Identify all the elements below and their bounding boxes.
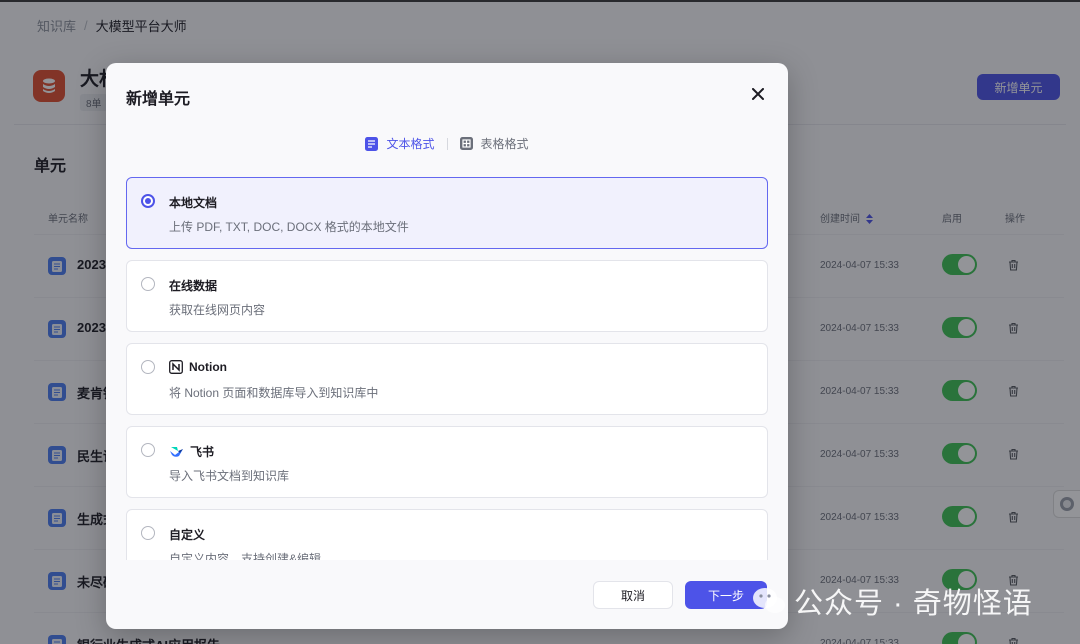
option-online-data[interactable]: 在线数据 获取在线网页内容 <box>126 260 768 332</box>
option-title-text: Notion <box>189 360 227 374</box>
option-title-text: 在线数据 <box>169 279 218 293</box>
doc-icon <box>365 136 379 151</box>
watermark: 公众号 · 奇物怪语 <box>752 580 1033 622</box>
feishu-icon <box>170 446 183 457</box>
option-description: 自定义内容，支持创建&编辑 <box>169 552 322 560</box>
dialog-title: 新增单元 <box>126 91 191 108</box>
radio-online-data[interactable] <box>141 277 155 291</box>
tab-text-format-label: 文本格式 <box>386 137 435 151</box>
watermark-text: 公众号 · 奇物怪语 <box>794 588 1033 620</box>
tab-text-format[interactable]: 文本格式 <box>365 135 435 152</box>
option-title-text: 飞书 <box>190 445 215 459</box>
tab-table-format-label: 表格格式 <box>480 137 529 151</box>
option-title-text: 自定义 <box>169 528 206 542</box>
radio-notion[interactable] <box>141 360 155 374</box>
radio-custom[interactable] <box>141 526 155 540</box>
option-title-text: 本地文档 <box>169 196 218 210</box>
option-title: 飞书 <box>169 443 214 460</box>
option-custom[interactable]: 自定义 自定义内容，支持创建&编辑 <box>126 509 768 560</box>
notion-icon <box>169 360 183 374</box>
tab-separator <box>446 137 448 150</box>
option-title: 自定义 <box>169 526 205 543</box>
option-notion[interactable]: Notion 将 Notion 页面和数据库导入到知识库中 <box>126 343 768 415</box>
close-icon <box>752 88 764 100</box>
option-local-document[interactable]: 本地文档 上传 PDF, TXT, DOC, DOCX 格式的本地文件 <box>126 177 768 249</box>
option-title: 在线数据 <box>169 277 217 294</box>
tab-table-format[interactable]: 表格格式 <box>459 135 529 152</box>
option-feishu[interactable]: 飞书 导入飞书文档到知识库 <box>126 426 768 498</box>
source-options-list: 本地文档 上传 PDF, TXT, DOC, DOCX 格式的本地文件 在线数据… <box>126 177 768 560</box>
format-tabs: 文本格式 表格格式 <box>106 135 788 152</box>
cancel-button[interactable]: 取消 <box>593 581 673 609</box>
radio-local-document[interactable] <box>141 194 155 208</box>
close-button[interactable] <box>747 83 769 105</box>
option-description: 导入飞书文档到知识库 <box>169 469 290 483</box>
option-title: Notion <box>169 360 227 374</box>
option-description: 获取在线网页内容 <box>169 303 266 317</box>
table-icon <box>459 137 473 150</box>
option-description: 上传 PDF, TXT, DOC, DOCX 格式的本地文件 <box>169 220 409 234</box>
option-description: 将 Notion 页面和数据库导入到知识库中 <box>169 386 379 400</box>
option-title: 本地文档 <box>169 194 217 211</box>
radio-feishu[interactable] <box>141 443 155 457</box>
wechat-icon <box>752 586 786 616</box>
add-unit-dialog: 新增单元 文本格式 表格格式 本地文档 上传 PDF, TXT, DOC, DO… <box>106 63 788 629</box>
